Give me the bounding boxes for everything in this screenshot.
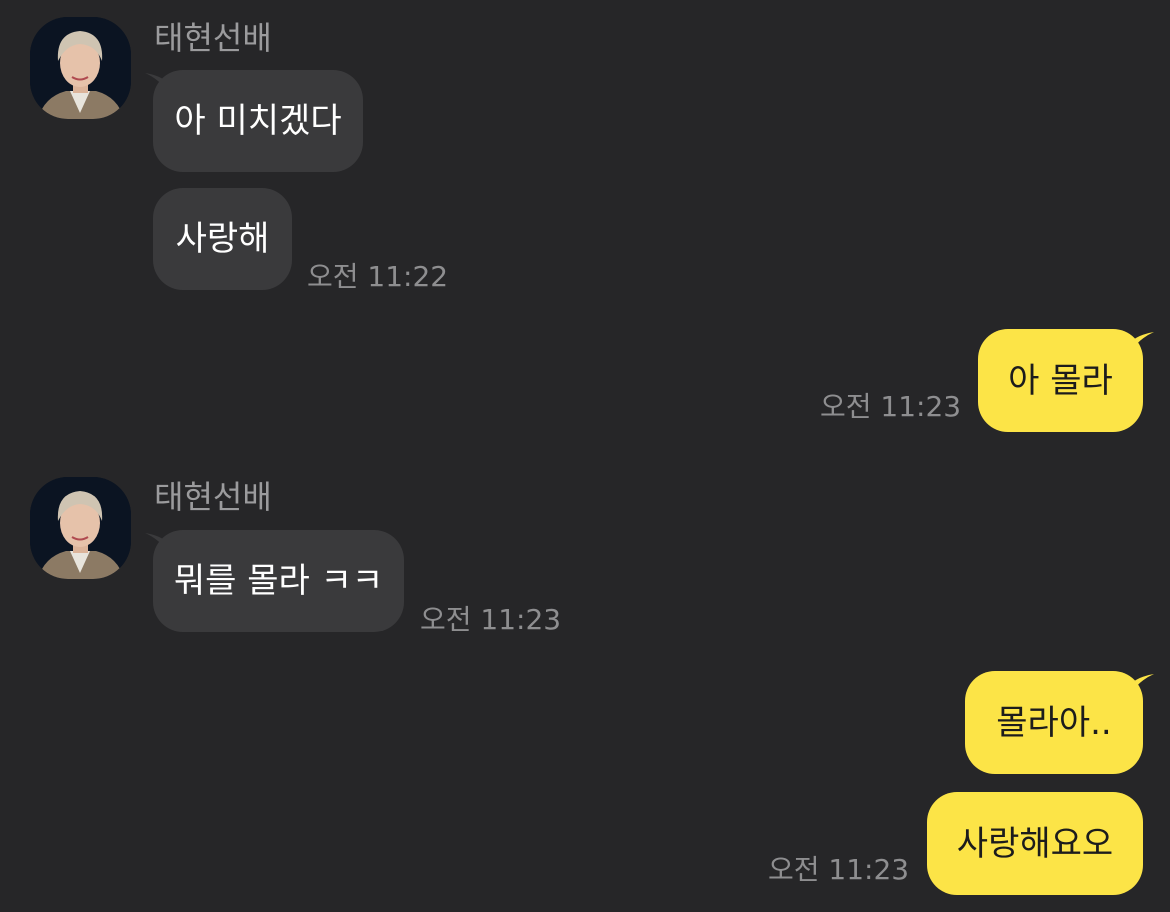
message-bubble-received[interactable]: 아 미치겠다 bbox=[153, 70, 363, 172]
message-bubble-sent[interactable]: 몰라아.. bbox=[965, 671, 1143, 774]
avatar[interactable] bbox=[30, 17, 131, 119]
message-timestamp: 오전 11:23 bbox=[820, 390, 962, 423]
message-bubble-received[interactable]: 뭐를 몰라 ㅋㅋ bbox=[153, 530, 404, 632]
message-bubble-received[interactable]: 사랑해 bbox=[153, 188, 292, 290]
message-bubble-sent[interactable]: 사랑해요오 bbox=[927, 792, 1143, 895]
message-timestamp: 오전 11:23 bbox=[420, 603, 562, 636]
message-timestamp: 오전 11:23 bbox=[768, 853, 910, 886]
sender-name: 태현선배 bbox=[154, 478, 272, 516]
sender-name: 태현선배 bbox=[154, 19, 272, 57]
message-bubble-sent[interactable]: 아 몰라 bbox=[978, 329, 1143, 432]
avatar[interactable] bbox=[30, 477, 131, 579]
message-timestamp: 오전 11:22 bbox=[307, 260, 449, 293]
